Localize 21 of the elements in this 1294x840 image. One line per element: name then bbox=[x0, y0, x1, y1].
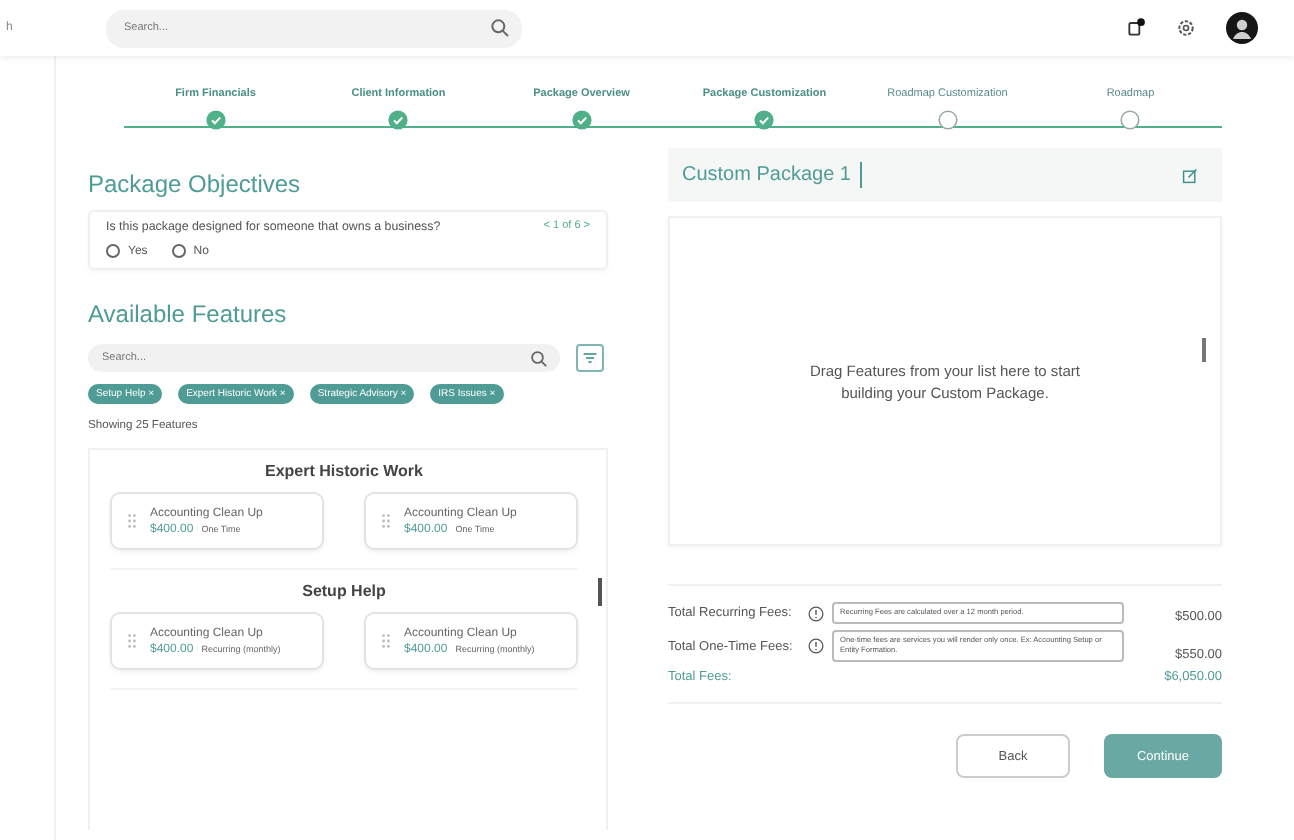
scrollbar-thumb[interactable] bbox=[1202, 338, 1206, 362]
info-icon[interactable] bbox=[808, 605, 824, 621]
info-icon[interactable] bbox=[808, 638, 824, 654]
filter-button[interactable] bbox=[576, 344, 604, 372]
drag-handle-icon[interactable] bbox=[382, 634, 390, 648]
edit-icon[interactable] bbox=[1182, 167, 1198, 183]
section-heading: Package Objectives bbox=[88, 170, 303, 198]
group-heading: Setup Help bbox=[300, 582, 388, 600]
drag-handle-icon[interactable] bbox=[382, 514, 390, 528]
filter-icon bbox=[582, 350, 598, 366]
search-icon bbox=[530, 349, 548, 367]
settings-icon[interactable] bbox=[1176, 18, 1196, 38]
notification-icon[interactable] bbox=[1126, 18, 1146, 38]
group-heading: Expert Historic Work bbox=[263, 462, 425, 480]
avatar-icon[interactable] bbox=[1226, 12, 1258, 44]
scrollbar-thumb[interactable] bbox=[598, 578, 602, 606]
search-icon bbox=[490, 18, 510, 38]
drag-handle-icon[interactable] bbox=[128, 634, 136, 648]
package-name[interactable]: Custom Package 1 bbox=[682, 164, 851, 186]
drag-handle-icon[interactable] bbox=[128, 514, 136, 528]
section-heading: Available Features bbox=[88, 300, 289, 328]
